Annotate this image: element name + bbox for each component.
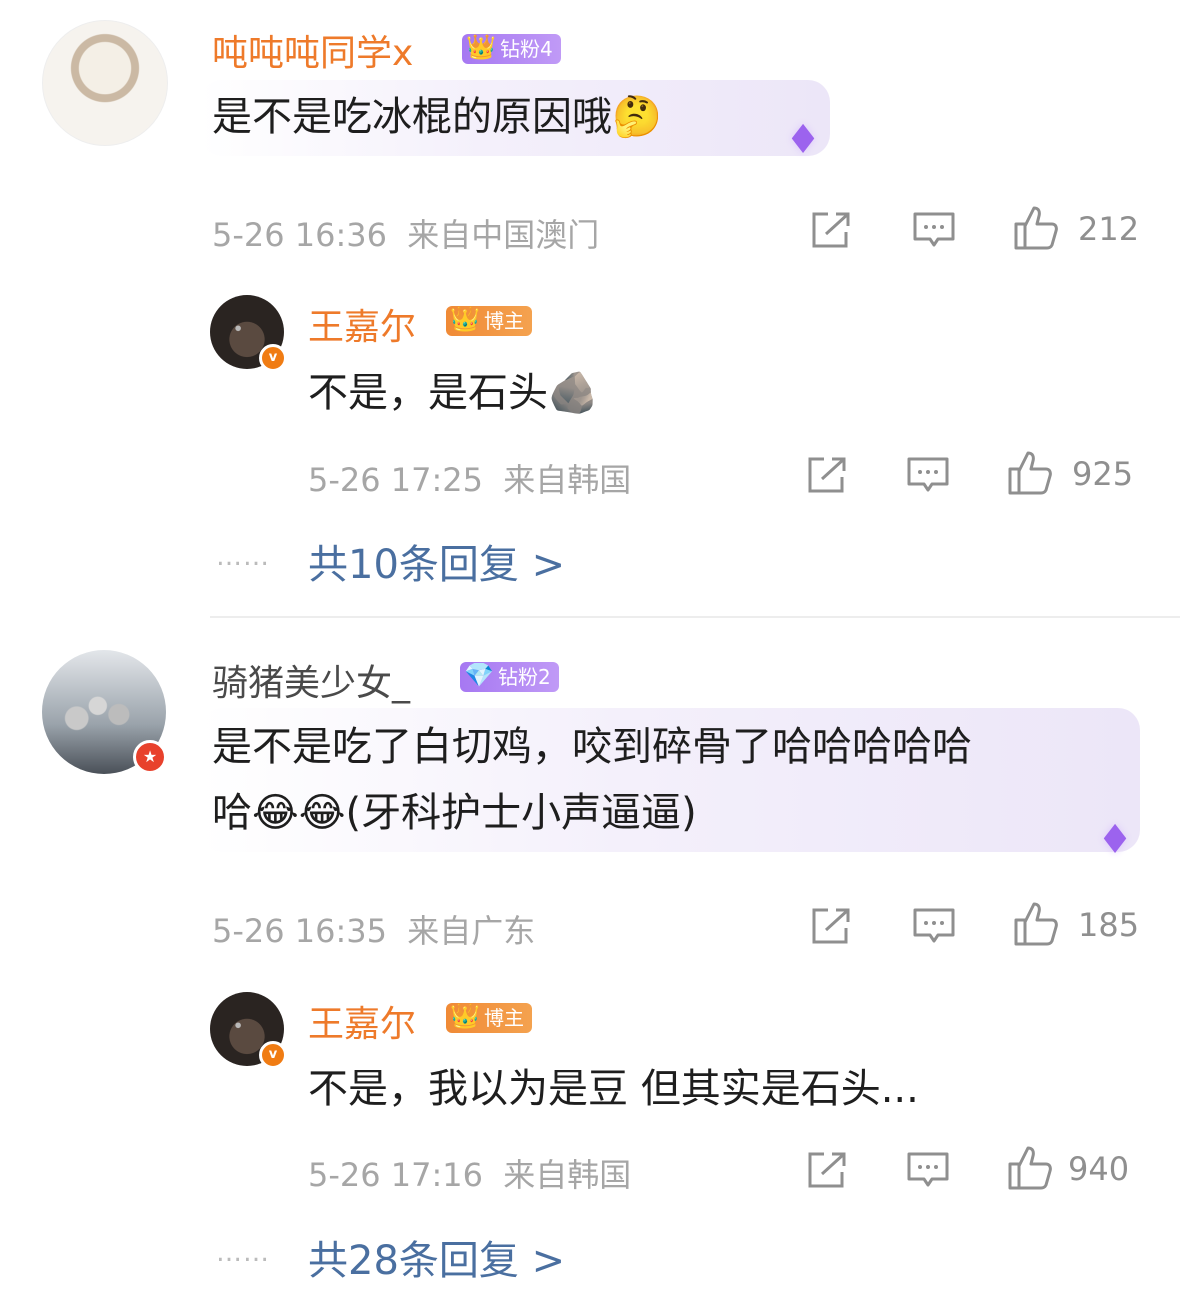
fan-level-label: 钻粉4: [500, 37, 553, 61]
view-replies-link[interactable]: 共28条回复 >: [308, 1228, 565, 1286]
rock-emoji-icon: 🪨: [548, 370, 598, 416]
comment-location: 来自广东: [407, 912, 536, 950]
reply-location: 来自韩国: [503, 461, 632, 499]
crown-icon: 👑: [466, 33, 496, 61]
share-icon[interactable]: [810, 906, 854, 946]
reply-time: 5-26 17:25: [308, 461, 484, 499]
diamond-icon: ♦: [785, 117, 821, 163]
crown-icon: 👑: [450, 1002, 480, 1030]
reply-location: 来自韩国: [503, 1156, 632, 1194]
comment-body: 是不是吃冰棍的原因哦: [212, 94, 612, 140]
thumbs-up-icon[interactable]: [1006, 1144, 1054, 1192]
reply-body: 不是，是石头: [308, 370, 548, 416]
comment-text-line-1: 是不是吃了白切鸡，咬到碎骨了哈哈哈哈哈: [212, 724, 972, 770]
comment-divider: [210, 616, 1180, 618]
reply-meta: 5-26 17:25 来自韩国: [308, 455, 631, 501]
blogger-badge: 👑 博主: [446, 305, 532, 336]
share-icon[interactable]: [810, 210, 854, 250]
fan-level-badge: 👑 钻粉4: [462, 33, 561, 64]
like-count: 185: [1078, 906, 1140, 944]
view-replies-link[interactable]: 共10条回复 >: [308, 532, 565, 590]
like-count: 212: [1078, 210, 1140, 248]
blogger-badge: 👑 博主: [446, 1002, 532, 1033]
diamond-icon: ♦: [1097, 817, 1133, 863]
verified-v-icon: v: [259, 1041, 287, 1069]
comment-location: 来自中国澳门: [407, 216, 600, 254]
comment-body-part: (牙科护士小声逼逼): [345, 790, 697, 836]
like-count: 940: [1068, 1150, 1130, 1188]
fan-level-badge: 💎 钻粉2: [460, 661, 559, 692]
diamond-icon: 💎: [464, 661, 494, 689]
comment-meta: 5-26 16:36 来自中国澳门: [212, 210, 599, 256]
share-icon[interactable]: [806, 455, 850, 495]
reply-text: 不是，是石头🪨: [308, 360, 598, 426]
reply-text: 不是，我以为是豆 但其实是石头...: [308, 1066, 919, 1112]
laughing-emoji-icon: 😂😂: [252, 790, 346, 836]
comment-text: 是不是吃冰棍的原因哦🤔: [212, 84, 662, 150]
fan-level-label: 钻粉2: [498, 665, 551, 689]
thumbs-up-icon[interactable]: [1012, 204, 1060, 252]
commenter-avatar[interactable]: [42, 20, 168, 146]
commenter-name[interactable]: 骑猪美少女_: [212, 654, 410, 706]
crown-icon: 👑: [450, 305, 480, 333]
star-badge-icon: ★: [133, 740, 167, 774]
comment-meta: 5-26 16:35 来自广东: [212, 906, 535, 952]
thumbs-up-icon[interactable]: [1012, 900, 1060, 948]
thinking-emoji-icon: 🤔: [612, 94, 662, 140]
reply-author-name[interactable]: 王嘉尔: [308, 995, 416, 1047]
reply-author-name[interactable]: 王嘉尔: [308, 298, 416, 350]
comment-icon[interactable]: [912, 210, 956, 250]
blogger-badge-label: 博主: [484, 309, 524, 333]
comment-time: 5-26 16:35: [212, 912, 388, 950]
comment-icon[interactable]: [906, 1150, 950, 1190]
more-replies-dots: ……: [216, 1238, 270, 1268]
more-replies-dots: ……: [216, 542, 270, 572]
comment-body-part: 哈: [212, 790, 252, 836]
comment-time: 5-26 16:36: [212, 216, 388, 254]
reply-meta: 5-26 17:16 来自韩国: [308, 1150, 631, 1196]
verified-v-icon: v: [259, 344, 287, 372]
comment-icon[interactable]: [906, 455, 950, 495]
blogger-badge-label: 博主: [484, 1006, 524, 1030]
commenter-name[interactable]: 吨吨吨同学x: [212, 24, 413, 76]
comment-icon[interactable]: [912, 906, 956, 946]
comment-text-line-2: 哈😂😂(牙科护士小声逼逼): [212, 780, 697, 846]
thumbs-up-icon[interactable]: [1006, 449, 1054, 497]
like-count: 925: [1072, 455, 1134, 493]
share-icon[interactable]: [806, 1150, 850, 1190]
reply-time: 5-26 17:16: [308, 1156, 484, 1194]
